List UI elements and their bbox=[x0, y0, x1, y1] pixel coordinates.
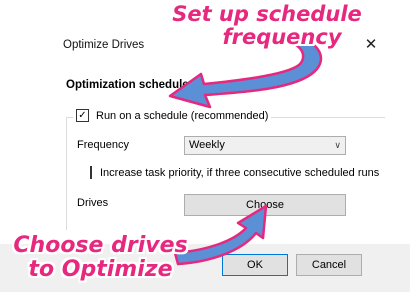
choose-button[interactable]: Choose bbox=[184, 194, 346, 216]
drives-label: Drives bbox=[77, 197, 109, 209]
frequency-label: Frequency bbox=[77, 139, 129, 151]
window-title: Optimize Drives bbox=[63, 39, 145, 51]
increase-priority-checkbox[interactable] bbox=[90, 166, 92, 179]
increase-priority-label: Increase task priority, if three consecu… bbox=[100, 166, 380, 179]
annotation-bottom: Choose drives to Optimize bbox=[13, 233, 188, 282]
run-on-schedule-checkbox[interactable]: ✓ bbox=[76, 109, 89, 122]
run-on-schedule-label: Run on a schedule (recommended) bbox=[96, 109, 269, 122]
frequency-value: Weekly bbox=[189, 139, 225, 151]
run-on-schedule-option[interactable]: ✓ Run on a schedule (recommended) bbox=[73, 109, 272, 122]
cancel-button[interactable]: Cancel bbox=[296, 254, 362, 276]
annotation-top: Set up schedule frequency bbox=[172, 2, 362, 49]
section-title: Optimization schedule bbox=[66, 79, 189, 91]
frequency-dropdown[interactable]: Weekly ∨ bbox=[184, 136, 346, 155]
chevron-down-icon: ∨ bbox=[334, 140, 341, 150]
ok-button[interactable]: OK bbox=[222, 254, 288, 276]
increase-priority-option[interactable]: Increase task priority, if three consecu… bbox=[90, 166, 380, 179]
